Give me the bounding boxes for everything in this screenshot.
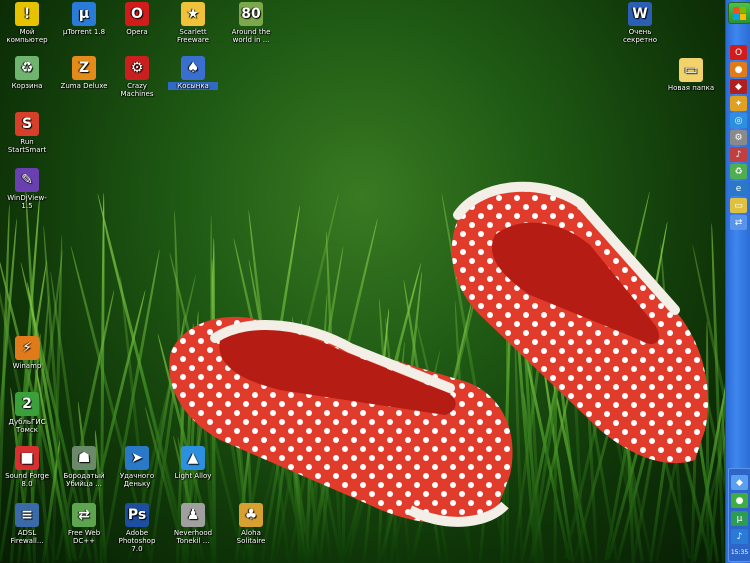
quicklaunch-firefox-icon[interactable]: ● bbox=[730, 62, 747, 77]
dcpp-icon: ⇄ bbox=[72, 503, 96, 527]
desktop-icon-dcpp[interactable]: ⇄ Free Web DC++ bbox=[59, 503, 109, 545]
desktop-icon-label: Удачного Деньку bbox=[112, 472, 162, 488]
windjview-icon: ✎ bbox=[15, 168, 39, 192]
quicklaunch-globe-icon[interactable]: ◎ bbox=[730, 113, 747, 128]
desktop-icon-scarlett[interactable]: ★ Scarlett Freeware bbox=[168, 2, 218, 44]
sound-forge-icon: ■ bbox=[15, 446, 39, 470]
desktop-icon-label: ДубльГИС Томск bbox=[2, 418, 52, 434]
dublgis-icon: 2 bbox=[15, 392, 39, 416]
winamp-icon: ⚡ bbox=[15, 336, 39, 360]
desktop-icon-adsl[interactable]: ≡ ADSL Firewall... bbox=[2, 503, 52, 545]
desktop-icon-label: Корзина bbox=[2, 82, 52, 90]
startsmart-icon: S bbox=[15, 112, 39, 136]
my-computer-warning-icon: ! bbox=[15, 2, 39, 26]
desktop-icon-startsmart[interactable]: S Run StartSmart bbox=[2, 112, 52, 154]
desktop-icon-crazy-machines[interactable]: ⚙ Crazy Machines bbox=[112, 56, 162, 98]
desktop-icon-label: Free Web DC++ bbox=[59, 529, 109, 545]
system-tray: ◆ ● μ ♪ 15:35 bbox=[728, 468, 750, 562]
desktop-icon-label: Run StartSmart bbox=[2, 138, 52, 154]
quicklaunch-opera-icon[interactable]: O bbox=[730, 45, 747, 60]
utorrent-tray-icon[interactable]: μ bbox=[731, 511, 748, 526]
desktop-icon-label: Новая папка bbox=[666, 84, 716, 92]
network-tray-icon[interactable]: ◆ bbox=[731, 475, 748, 490]
desktop-icon-label: Around the world in ... bbox=[226, 28, 276, 44]
desktop-icon-winamp[interactable]: ⚡ Winamp bbox=[2, 336, 52, 370]
desktop-icon-folder[interactable]: ▭ Новая папка bbox=[666, 58, 716, 92]
quicklaunch-music-icon[interactable]: ♪ bbox=[730, 147, 747, 162]
start-button[interactable] bbox=[728, 2, 750, 24]
word-document-icon: W bbox=[628, 2, 652, 26]
folder-icon: ▭ bbox=[679, 58, 703, 82]
vertical-taskbar: O ● ◆ ✦ ◎ ⚙ ♪ ♻ e ▭ ⇄ ◆ ● μ ♪ 15:35 bbox=[725, 0, 750, 563]
desktop-icon-label: Adobe Photoshop 7.0 bbox=[112, 529, 162, 553]
desktop-icon-label: Winamp bbox=[2, 362, 52, 370]
desktop-icon-label: Scarlett Freeware bbox=[168, 28, 218, 44]
light-alloy-icon: ▲ bbox=[181, 446, 205, 470]
adsl-icon: ≡ bbox=[15, 503, 39, 527]
security-tray-icon[interactable]: ● bbox=[731, 493, 748, 508]
desktop-icon-solitaire-shortcut[interactable]: ♠ Косынка bbox=[168, 56, 218, 90]
desktop-icon-label: Косынка bbox=[168, 82, 218, 90]
desktop-icon-dublgis[interactable]: 2 ДубльГИС Томск bbox=[2, 392, 52, 434]
desktop-icon-label: Очень секретно bbox=[615, 28, 665, 44]
desktop-icon-light-alloy[interactable]: ▲ Light Alloy bbox=[168, 446, 218, 480]
zuma-deluxe-icon: Z bbox=[72, 56, 96, 80]
quicklaunch-media-icon[interactable]: ◆ bbox=[730, 79, 747, 94]
scarlett-icon: ★ bbox=[181, 2, 205, 26]
desktop-icon-shortcut[interactable]: ➤ Удачного Деньку bbox=[112, 446, 162, 488]
desktop-icon-label: Sound Forge 8.0 bbox=[2, 472, 52, 488]
solitaire-shortcut-icon: ♠ bbox=[181, 56, 205, 80]
desktop-icon-photoshop[interactable]: Ps Adobe Photoshop 7.0 bbox=[112, 503, 162, 553]
desktop-icon-my-computer-warning[interactable]: ! Мой компьютер bbox=[2, 2, 52, 44]
desktop-icon-label: µTorrent 1.8 bbox=[59, 28, 109, 36]
quicklaunch-tool-icon[interactable]: ✦ bbox=[730, 96, 747, 111]
opera-icon: O bbox=[125, 2, 149, 26]
quicklaunch-folder-icon[interactable]: ▭ bbox=[730, 198, 747, 213]
desktop-icon-label: WinDjView-1.5 bbox=[2, 194, 52, 210]
desktop-icon-opera[interactable]: O Opera bbox=[112, 2, 162, 36]
photoshop-icon: Ps bbox=[125, 503, 149, 527]
crazy-machines-icon: ⚙ bbox=[125, 56, 149, 80]
desktop-icon-label: Zuma Deluxe bbox=[59, 82, 109, 90]
quicklaunch-settings-icon[interactable]: ⚙ bbox=[730, 130, 747, 145]
game-shortcut-icon: ☗ bbox=[72, 446, 96, 470]
quicklaunch-recycle-icon[interactable]: ♻ bbox=[730, 164, 747, 179]
utorrent-icon: µ bbox=[72, 2, 96, 26]
desktop-icon-label: Aloha Solitaire bbox=[226, 529, 276, 545]
desktop-icon-label: Мой компьютер bbox=[2, 28, 52, 44]
aloha-solitaire-icon: ♣ bbox=[239, 503, 263, 527]
desktop-icon-zuma-deluxe[interactable]: Z Zuma Deluxe bbox=[59, 56, 109, 90]
shortcut-icon: ➤ bbox=[125, 446, 149, 470]
clock[interactable]: 15:35 bbox=[730, 549, 749, 556]
desktop-icon-label: Бородатый Убийца ... bbox=[59, 472, 109, 488]
around-world-game-icon: 80 bbox=[239, 2, 263, 26]
desktop-icon-label: Neverhood Tonekil ... bbox=[168, 529, 218, 545]
quicklaunch-network-icon[interactable]: ⇄ bbox=[730, 215, 747, 230]
desktop-icon-label: Opera bbox=[112, 28, 162, 36]
desktop-icon-label: Light Alloy bbox=[168, 472, 218, 480]
desktop-icon-sound-forge[interactable]: ■ Sound Forge 8.0 bbox=[2, 446, 52, 488]
desktop-icon-game[interactable]: ♟ Neverhood Tonekil ... bbox=[168, 503, 218, 545]
desktop-icon-recycle-bin[interactable]: ♻ Корзина bbox=[2, 56, 52, 90]
recycle-bin-icon: ♻ bbox=[15, 56, 39, 80]
desktop-icon-around-world-game[interactable]: 80 Around the world in ... bbox=[226, 2, 276, 44]
desktop-icon-word-document[interactable]: W Очень секретно bbox=[615, 2, 665, 44]
quicklaunch-ie-icon[interactable]: e bbox=[730, 181, 747, 196]
right-shoe-image bbox=[440, 175, 720, 475]
desktop-icon-game-shortcut[interactable]: ☗ Бородатый Убийца ... bbox=[59, 446, 109, 488]
game-icon: ♟ bbox=[181, 503, 205, 527]
windows-logo-icon bbox=[733, 7, 746, 20]
desktop-icon-label: Crazy Machines bbox=[112, 82, 162, 98]
desktop-icon-aloha-solitaire[interactable]: ♣ Aloha Solitaire bbox=[226, 503, 276, 545]
desktop-icon-windjview[interactable]: ✎ WinDjView-1.5 bbox=[2, 168, 52, 210]
desktop-icon-label: ADSL Firewall... bbox=[2, 529, 52, 545]
volume-tray-icon[interactable]: ♪ bbox=[731, 529, 748, 544]
desktop-icon-utorrent[interactable]: µ µTorrent 1.8 bbox=[59, 2, 109, 36]
